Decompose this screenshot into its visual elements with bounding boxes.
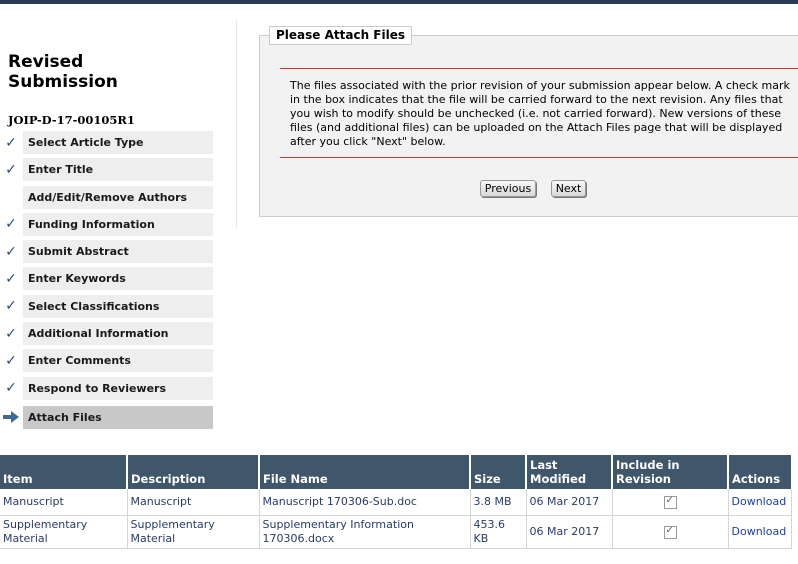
step-attach-files[interactable]: Attach Files: [0, 405, 214, 433]
step-submit-abstract[interactable]: ✓ Submit Abstract: [0, 240, 214, 267]
instructions-text: The files associated with the prior revi…: [290, 79, 790, 148]
checkmark-icon: ✓: [5, 380, 17, 397]
previous-button[interactable]: Previous: [480, 180, 536, 197]
page-title-line2: Submission: [8, 72, 118, 92]
cell-file-name: Supplementary Information 170306.docx: [259, 515, 471, 549]
page-title: Revised Submission: [8, 52, 118, 92]
next-button[interactable]: Next: [551, 180, 586, 197]
step-label: Respond to Reviewers: [23, 376, 213, 400]
cell-size: 3.8 MB: [470, 489, 527, 516]
step-label: Enter Title: [23, 158, 213, 182]
divider: [236, 20, 237, 228]
include-checkbox[interactable]: [663, 494, 677, 509]
files-table: Item Description File Name Size Last Mod…: [0, 455, 792, 549]
checkmark-icon: ✓: [5, 325, 17, 342]
checkmark-icon: ✓: [5, 161, 17, 178]
column-header-size[interactable]: Size: [470, 455, 527, 489]
step-enter-comments[interactable]: ✓ Enter Comments: [0, 349, 214, 376]
cell-include: [612, 489, 729, 516]
checkmark-icon: ✓: [5, 243, 17, 260]
include-checkbox[interactable]: [663, 524, 677, 539]
step-select-article-type[interactable]: ✓ Select Article Type: [0, 131, 214, 158]
column-header-file-name[interactable]: File Name: [259, 455, 471, 489]
step-label: Additional Information: [23, 322, 213, 346]
step-funding-information[interactable]: ✓ Funding Information: [0, 212, 214, 240]
table-row: Supplementary Material Supplementary Mat…: [0, 515, 792, 549]
step-additional-information[interactable]: ✓ Additional Information: [0, 322, 214, 349]
cell-size: 453.6 KB: [470, 515, 527, 549]
checkmark-icon: ✓: [5, 270, 17, 287]
cell-item: Supplementary Material: [0, 515, 128, 549]
cell-include: [612, 515, 729, 549]
checkmark-icon: ✓: [5, 216, 17, 233]
attach-files-panel: The files associated with the prior revi…: [259, 35, 798, 217]
column-header-item[interactable]: Item: [0, 455, 128, 489]
divider: [280, 68, 798, 69]
checkmark-icon: ✓: [5, 134, 17, 151]
table-header-row: Item Description File Name Size Last Mod…: [0, 455, 791, 489]
step-label: Funding Information: [23, 212, 213, 236]
step-label: Select Classifications: [23, 294, 213, 318]
step-respond-to-reviewers[interactable]: ✓ Respond to Reviewers: [0, 376, 214, 404]
step-authors[interactable]: Add/Edit/Remove Authors: [0, 185, 214, 213]
top-bar: [0, 0, 798, 4]
cell-last-modified: 06 Mar 2017: [526, 515, 613, 549]
step-label: Submit Abstract: [23, 240, 213, 264]
column-header-last-modified[interactable]: Last Modified: [526, 455, 613, 489]
cell-actions: Download: [728, 515, 792, 549]
column-header-include[interactable]: Include in Revision: [612, 455, 729, 489]
cell-file-name: Manuscript 170306-Sub.doc: [259, 489, 471, 516]
checkmark-icon: ✓: [5, 298, 17, 315]
divider: [280, 157, 798, 158]
checkmark-icon: ✓: [5, 352, 17, 369]
step-label: Attach Files: [23, 405, 213, 429]
page-title-line1: Revised: [8, 52, 84, 72]
panel-title: Please Attach Files: [269, 26, 412, 45]
step-label: Select Article Type: [23, 131, 213, 154]
step-enter-title[interactable]: ✓ Enter Title: [0, 158, 214, 185]
table-row: Manuscript Manuscript Manuscript 170306-…: [0, 489, 792, 516]
step-select-classifications[interactable]: ✓ Select Classifications: [0, 294, 214, 322]
column-header-actions[interactable]: Actions: [728, 455, 791, 489]
step-enter-keywords[interactable]: ✓ Enter Keywords: [0, 267, 214, 294]
download-link[interactable]: Download: [732, 495, 787, 508]
step-list: ✓ Select Article Type ✓ Enter Title Add/…: [0, 131, 214, 433]
cell-item: Manuscript: [0, 489, 128, 516]
cell-description: Supplementary Material: [127, 515, 260, 549]
cell-last-modified: 06 Mar 2017: [526, 489, 613, 516]
step-label: Enter Keywords: [23, 267, 213, 291]
cell-actions: Download: [728, 489, 792, 516]
cell-description: Manuscript: [127, 489, 260, 516]
arrow-right-icon: [2, 406, 20, 429]
step-label: Enter Comments: [23, 349, 213, 373]
manuscript-id: JOIP-D-17-00105R1: [8, 113, 135, 127]
download-link[interactable]: Download: [732, 525, 787, 538]
step-label: Add/Edit/Remove Authors: [23, 185, 213, 209]
column-header-description[interactable]: Description: [127, 455, 260, 489]
